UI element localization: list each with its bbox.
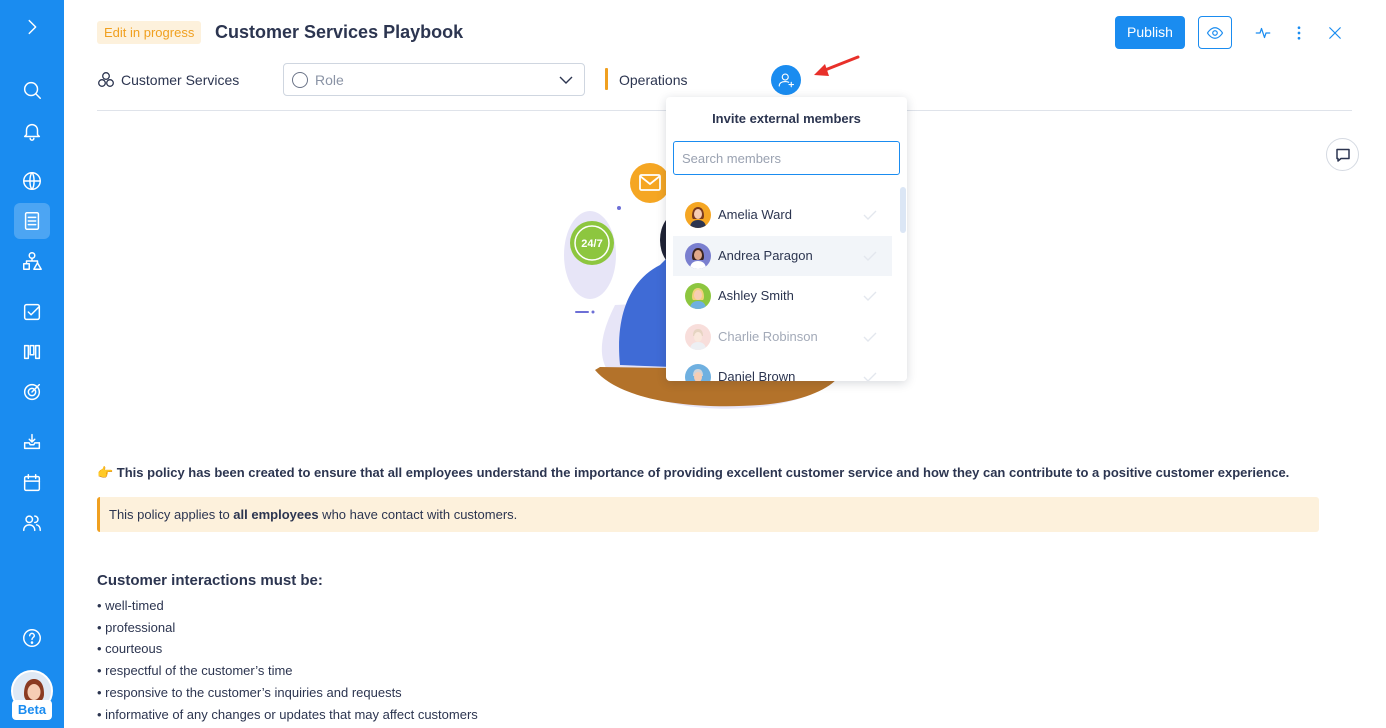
member-avatar xyxy=(685,202,711,229)
member-name: Andrea Paragon xyxy=(718,247,813,263)
invite-members-dropdown: Invite external members Amelia Ward Andr… xyxy=(666,97,907,381)
inbox-icon[interactable] xyxy=(14,424,50,460)
member-item[interactable]: Ashley Smith xyxy=(673,276,892,317)
member-name: Amelia Ward xyxy=(718,207,792,223)
activity-icon[interactable] xyxy=(1252,22,1274,44)
callout-prefix: This policy applies to xyxy=(109,507,234,522)
list-item: • informative of any changes or updates … xyxy=(97,706,478,722)
list-item: • responsive to the customer’s inquiries… xyxy=(97,684,402,700)
member-name: Charlie Robinson xyxy=(718,328,818,344)
callout-bold: all employees xyxy=(233,507,319,522)
policy-intro-text: 👉 This policy has been created to ensure… xyxy=(97,465,1290,480)
illustration-badge-text: 24/7 xyxy=(581,238,602,250)
publish-button[interactable]: Publish xyxy=(1115,16,1185,49)
department-color-bar xyxy=(605,68,608,90)
check-icon xyxy=(863,251,877,261)
check-icon xyxy=(863,291,877,301)
annotation-arrow xyxy=(814,55,860,76)
member-name: Daniel Brown xyxy=(718,369,796,381)
team-icon xyxy=(98,72,114,87)
team-label: Customer Services xyxy=(121,72,240,88)
members-list: Amelia Ward Andrea Paragon Ashley Smith … xyxy=(673,195,892,381)
list-item: • respectful of the customer’s time xyxy=(97,663,293,679)
check-icon xyxy=(863,210,877,220)
member-name: Ashley Smith xyxy=(718,288,794,304)
globe-icon[interactable] xyxy=(14,163,50,199)
department-label: Operations xyxy=(619,72,688,88)
comment-icon xyxy=(1335,148,1350,162)
members-scrollbar-thumb[interactable] xyxy=(900,187,906,233)
check-icon xyxy=(863,332,877,342)
preview-button[interactable] xyxy=(1198,16,1232,49)
status-badge: Edit in progress xyxy=(97,21,202,44)
callout-text: This policy applies to all employees who… xyxy=(109,507,517,523)
org-chart-icon[interactable] xyxy=(14,243,50,279)
member-item[interactable]: Charlie Robinson xyxy=(673,317,892,358)
chevron-down-icon xyxy=(559,76,573,84)
invite-member-button[interactable] xyxy=(771,65,801,95)
list-item: • courteous xyxy=(97,641,163,657)
search-icon[interactable] xyxy=(14,72,50,108)
close-icon[interactable] xyxy=(1324,22,1346,44)
search-members-input[interactable] xyxy=(673,141,900,175)
eye-icon xyxy=(1206,26,1224,39)
checkbox-icon[interactable] xyxy=(14,294,50,330)
check-icon xyxy=(863,372,877,381)
role-placeholder: Role xyxy=(315,72,344,88)
document-icon[interactable] xyxy=(14,203,50,239)
calendar-icon[interactable] xyxy=(14,465,50,501)
policy-callout: This policy applies to all employees who… xyxy=(97,497,1319,532)
list-item: • professional xyxy=(97,619,176,635)
beta-badge: Beta xyxy=(12,700,52,720)
page-title: Customer Services Playbook xyxy=(215,22,464,42)
chevron-right-icon[interactable] xyxy=(14,9,50,45)
list-item: • well-timed xyxy=(97,598,164,613)
member-item[interactable]: Amelia Ward xyxy=(673,195,892,236)
member-avatar xyxy=(685,242,711,269)
board-icon[interactable] xyxy=(14,334,50,370)
help-icon[interactable] xyxy=(14,620,50,656)
interactions-list: • well-timed • professional • courteous … xyxy=(97,595,478,725)
more-vertical-icon[interactable] xyxy=(1288,22,1310,44)
interactions-heading: Customer interactions must be: xyxy=(97,572,323,589)
comment-button[interactable] xyxy=(1326,138,1359,171)
target-icon[interactable] xyxy=(14,374,50,410)
sidebar: Beta xyxy=(0,0,64,728)
member-avatar xyxy=(685,283,711,310)
dropdown-title: Invite external members xyxy=(712,111,861,126)
bell-icon[interactable] xyxy=(14,113,50,149)
callout-suffix: who have contact with customers. xyxy=(318,507,518,522)
member-avatar xyxy=(685,323,711,350)
member-item[interactable]: Daniel Brown xyxy=(673,357,892,381)
add-user-icon xyxy=(778,73,795,88)
role-select[interactable]: Role xyxy=(283,63,585,96)
users-icon[interactable] xyxy=(14,505,50,541)
member-item[interactable]: Andrea Paragon xyxy=(673,235,892,276)
member-avatar xyxy=(685,364,711,381)
role-radio-icon xyxy=(292,72,308,88)
